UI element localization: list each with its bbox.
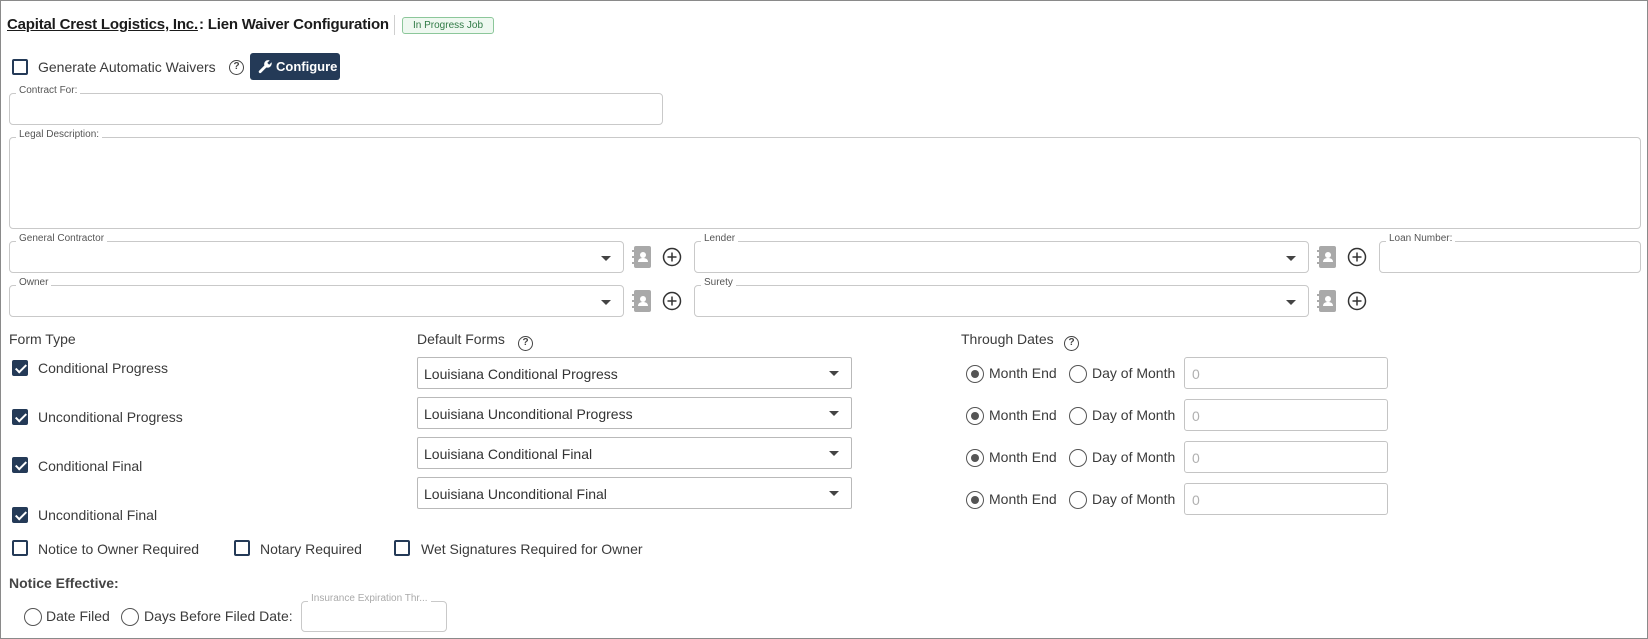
day-of-month-label: Day of Month [1092,449,1176,465]
day-of-month-value: 0 [1192,408,1200,424]
lender-label: Lender [701,233,739,244]
wet-signatures-label: Wet Signatures Required for Owner [421,541,643,557]
conditional-progress-checkbox[interactable] [12,360,28,376]
month-end-radio[interactable] [966,407,984,425]
unconditional-progress-label: Unconditional Progress [38,409,183,425]
unconditional-final-label: Unconditional Final [38,507,158,523]
date-filed-label: Date Filed [46,608,110,624]
wrench-icon [258,60,272,74]
notice-effective-title: Notice Effective: [9,575,119,591]
legal-description-field[interactable]: Legal Description: [9,129,1641,229]
month-end-label: Month End [989,491,1057,507]
title-divider [394,15,395,35]
chevron-down-icon [1286,256,1296,261]
general-contractor-label: General Contractor [16,233,108,244]
day-of-month-input[interactable]: 0 [1184,399,1388,431]
day-of-month-label: Day of Month [1092,407,1176,423]
day-of-month-label: Day of Month [1092,365,1176,381]
help-icon[interactable]: ? [518,336,533,351]
conditional-progress-label: Conditional Progress [38,360,168,376]
insurance-expiration-label: Insurance Expiration Thr... [308,593,431,604]
address-book-icon[interactable] [631,289,653,313]
add-owner-icon[interactable] [662,291,682,311]
chevron-down-icon [829,451,839,456]
day-of-month-radio[interactable] [1069,407,1087,425]
through-dates-title: Through Dates [961,331,1054,347]
day-of-month-radio[interactable] [1069,449,1087,467]
default-form-select-4[interactable]: Louisiana Unconditional Final [417,477,852,509]
month-end-label: Month End [989,365,1057,381]
chevron-down-icon [829,371,839,376]
days-before-filed-label: Days Before Filed Date: [144,608,293,624]
notary-required-checkbox[interactable] [234,540,250,556]
default-form-select-2[interactable]: Louisiana Unconditional Progress [417,397,852,429]
contract-for-field[interactable]: Contract For: [9,85,663,125]
notice-to-owner-label: Notice to Owner Required [38,541,200,557]
address-book-icon[interactable] [1316,289,1338,313]
contract-for-label: Contract For: [16,85,81,96]
unconditional-progress-checkbox[interactable] [12,409,28,425]
legal-description-label: Legal Description: [16,129,103,140]
default-form-value: Louisiana Unconditional Final [424,486,607,502]
configure-button[interactable]: Configure [250,53,340,80]
surety-select[interactable]: Surety [694,277,1309,317]
address-book-icon[interactable] [631,245,653,269]
day-of-month-input[interactable]: 0 [1184,441,1388,473]
unconditional-final-checkbox[interactable] [12,507,28,523]
month-end-label: Month End [989,407,1057,423]
chevron-down-icon [601,256,611,261]
default-form-value: Louisiana Unconditional Progress [424,406,633,422]
company-link[interactable]: Capital Crest Logistics, Inc. [7,16,198,33]
generate-waivers-checkbox[interactable] [12,59,28,75]
page-title: : Lien Waiver Configuration [199,16,389,33]
days-before-filed-radio[interactable] [121,608,139,626]
day-of-month-input[interactable]: 0 [1184,357,1388,389]
configure-label: Configure [276,59,338,74]
day-of-month-input[interactable]: 0 [1184,483,1388,515]
conditional-final-label: Conditional Final [38,458,143,474]
general-contractor-select[interactable]: General Contractor [9,233,624,273]
month-end-radio[interactable] [966,449,984,467]
add-general-contractor-icon[interactable] [662,247,682,267]
surety-label: Surety [701,277,736,288]
month-end-radio[interactable] [966,365,984,383]
loan-number-field[interactable]: Loan Number: [1379,233,1641,273]
wet-signatures-checkbox[interactable] [394,540,410,556]
insurance-expiration-field[interactable]: Insurance Expiration Thr... [301,593,447,632]
chevron-down-icon [601,300,611,305]
chevron-down-icon [829,411,839,416]
default-form-value: Louisiana Conditional Final [424,446,593,462]
conditional-final-checkbox[interactable] [12,457,28,473]
form-type-title: Form Type [9,331,76,347]
default-forms-title: Default Forms [417,331,505,347]
month-end-radio[interactable] [966,491,984,509]
address-book-icon[interactable] [1316,245,1338,269]
notary-required-label: Notary Required [260,541,362,557]
day-of-month-radio[interactable] [1069,365,1087,383]
help-icon[interactable]: ? [1064,336,1079,351]
chevron-down-icon [1286,300,1296,305]
page-frame: Capital Crest Logistics, Inc. : Lien Wai… [0,0,1648,639]
chevron-down-icon [829,491,839,496]
day-of-month-value: 0 [1192,492,1200,508]
default-form-select-1[interactable]: Louisiana Conditional Progress [417,357,852,389]
add-lender-icon[interactable] [1347,247,1367,267]
owner-label: Owner [16,277,52,288]
month-end-label: Month End [989,449,1057,465]
owner-select[interactable]: Owner [9,277,624,317]
day-of-month-label: Day of Month [1092,491,1176,507]
default-form-value: Louisiana Conditional Progress [424,366,618,382]
day-of-month-radio[interactable] [1069,491,1087,509]
default-form-select-3[interactable]: Louisiana Conditional Final [417,437,852,469]
day-of-month-value: 0 [1192,450,1200,466]
generate-waivers-label: Generate Automatic Waivers [38,59,216,75]
lender-select[interactable]: Lender [694,233,1309,273]
add-surety-icon[interactable] [1347,291,1367,311]
status-badge: In Progress Job [402,17,495,34]
notice-to-owner-checkbox[interactable] [12,540,28,556]
day-of-month-value: 0 [1192,366,1200,382]
date-filed-radio[interactable] [24,608,42,626]
loan-number-label: Loan Number: [1386,233,1456,244]
help-icon[interactable]: ? [229,60,244,75]
